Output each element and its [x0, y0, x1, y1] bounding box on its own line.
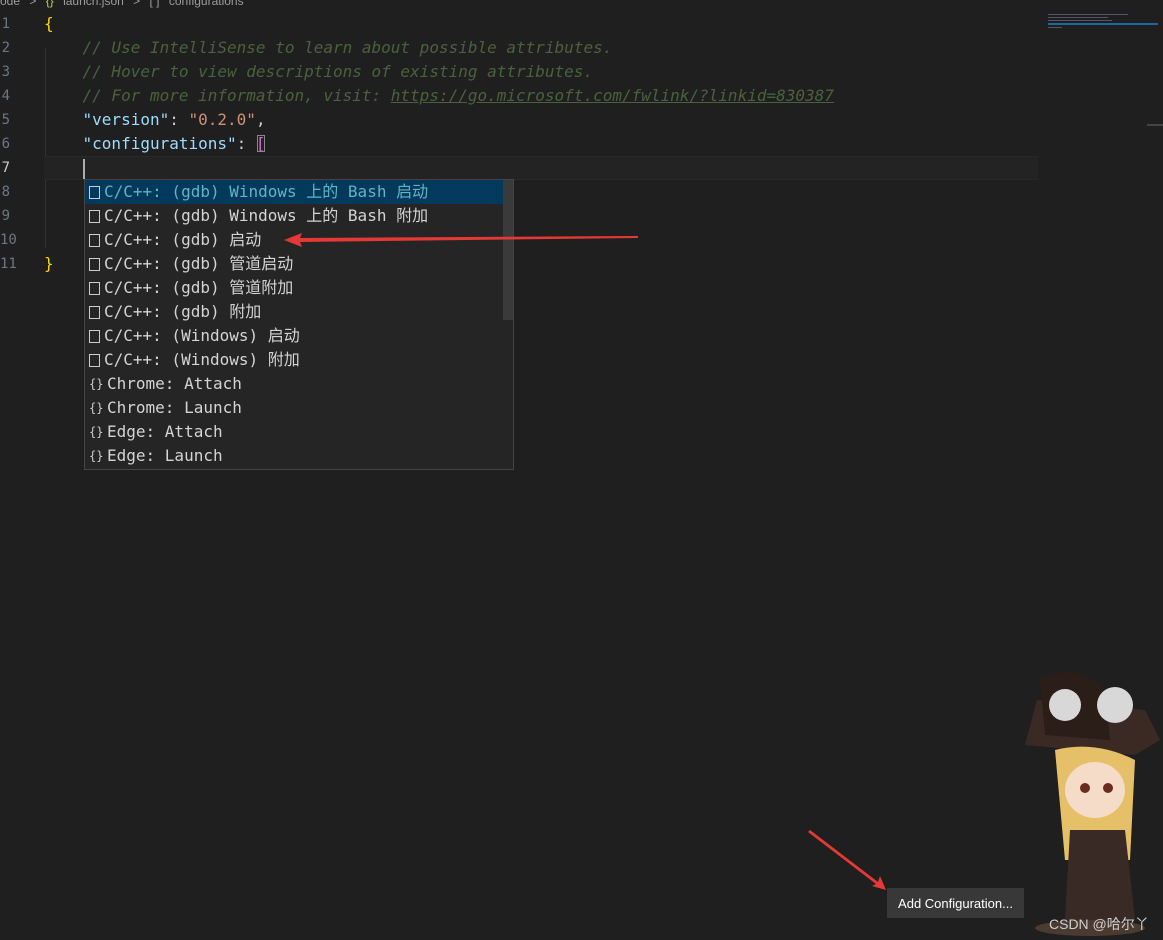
- suggestion-label: Chrome: Launch: [107, 398, 242, 417]
- suggestion-label: Chrome: Attach: [107, 374, 242, 393]
- snippet-box-icon: [89, 257, 100, 271]
- line-number: 10: [0, 232, 17, 248]
- suggestion-label: C/C++: (Windows) 附加: [104, 350, 300, 369]
- fwlink-link[interactable]: https://go.microsoft.com/fwlink/?linkid=…: [391, 86, 834, 105]
- braces-icon: {}: [89, 449, 104, 463]
- snippet-box-icon: [89, 185, 100, 199]
- colon: :: [236, 134, 256, 153]
- line-number: 3: [1, 64, 10, 80]
- suggestion-item[interactable]: {} Edge: Attach: [85, 420, 513, 444]
- version-key: "version": [82, 110, 170, 129]
- code-line-2[interactable]: // Use IntelliSense to learn about possi…: [44, 36, 1038, 60]
- comment-line: // Hover to view descriptions of existin…: [82, 62, 594, 81]
- suggestion-label: C/C++: (Windows) 启动: [104, 326, 300, 345]
- text-cursor: [83, 159, 85, 179]
- add-configuration-button[interactable]: Add Configuration...: [887, 888, 1024, 918]
- suggestion-label: C/C++: (gdb) 附加: [104, 302, 262, 321]
- breadcrumb-separator: >: [133, 0, 141, 8]
- suggest-scrollbar[interactable]: [503, 180, 513, 320]
- suggestion-item[interactable]: C/C++: (gdb) 管道启动: [85, 252, 513, 276]
- snippet-box-icon: [89, 353, 100, 367]
- line-number: 1: [1, 16, 10, 32]
- comma: ,: [255, 110, 266, 129]
- braces-icon: {}: [89, 377, 104, 391]
- comment-line: // For more information, visit: https://…: [83, 86, 834, 105]
- line-number: 11: [0, 256, 17, 272]
- suggestion-label: Edge: Attach: [107, 422, 223, 441]
- colon: :: [169, 110, 189, 129]
- breadcrumb-folder[interactable]: ode: [0, 0, 20, 8]
- scrollbar-marker: [1147, 124, 1163, 126]
- suggestion-item[interactable]: {} Chrome: Launch: [85, 396, 513, 420]
- array-icon: [ ]: [149, 0, 160, 8]
- line-number-active: 7: [1, 160, 10, 176]
- line-number: 2: [1, 40, 10, 56]
- comment-line: // Use IntelliSense to learn about possi…: [82, 38, 613, 57]
- suggestion-item[interactable]: C/C++: (gdb) Windows 上的 Bash 附加: [85, 204, 513, 228]
- line-number: 9: [1, 208, 10, 224]
- suggestion-item[interactable]: C/C++: (gdb) 附加: [85, 300, 513, 324]
- breadcrumb-file[interactable]: launch.json: [63, 0, 124, 8]
- suggestion-label: Edge: Launch: [107, 446, 223, 465]
- line-number: 5: [1, 112, 10, 128]
- suggestion-label: C/C++: (gdb) 管道启动: [104, 254, 294, 273]
- suggestion-item[interactable]: C/C++: (gdb) 管道附加: [85, 276, 513, 300]
- breadcrumb-symbol[interactable]: configurations: [169, 0, 244, 8]
- suggestion-item[interactable]: C/C++: (Windows) 附加: [85, 348, 513, 372]
- snippet-box-icon: [89, 209, 100, 223]
- code-line-6[interactable]: "configurations": [: [44, 132, 1038, 156]
- code-line-7-current[interactable]: [44, 156, 1038, 180]
- breadcrumb: ode > {} launch.json > [ ] configuration…: [0, 0, 250, 8]
- version-value: "0.2.0": [188, 110, 256, 129]
- braces-icon: {}: [89, 401, 104, 415]
- braces-icon: {}: [89, 425, 104, 439]
- snippet-box-icon: [89, 305, 100, 319]
- snippet-box-icon: [89, 281, 100, 295]
- snippet-box-icon: [89, 329, 100, 343]
- line-number: 6: [1, 136, 10, 152]
- minimap[interactable]: [1046, 12, 1158, 32]
- suggestion-item[interactable]: {} Edge: Launch: [85, 444, 513, 468]
- line-number: 4: [1, 88, 10, 104]
- suggestion-item[interactable]: {} Chrome: Attach: [85, 372, 513, 396]
- configurations-key: "configurations": [82, 134, 237, 153]
- line-number-gutter: 1 2 3 4 5 6 7 8 9 10 11: [0, 12, 26, 276]
- suggestion-label: C/C++: (gdb) 管道附加: [104, 278, 294, 297]
- suggestion-item[interactable]: C/C++: (gdb) Windows 上的 Bash 启动: [85, 180, 513, 204]
- comment-text: // For more information, visit:: [82, 86, 391, 105]
- csdn-watermark: CSDN @哈尔丫: [1049, 916, 1149, 932]
- code-line-1[interactable]: {: [44, 12, 1038, 36]
- suggestion-label: C/C++: (gdb) 启动: [104, 230, 262, 249]
- open-bracket: [: [255, 134, 266, 153]
- code-line-4[interactable]: // For more information, visit: https://…: [44, 84, 1038, 108]
- close-brace: }: [44, 254, 54, 273]
- open-brace: {: [44, 14, 54, 33]
- code-line-5[interactable]: "version": "0.2.0",: [44, 108, 1038, 132]
- suggestion-item[interactable]: C/C++: (gdb) 启动: [85, 228, 513, 252]
- suggestion-item[interactable]: C/C++: (Windows) 启动: [85, 324, 513, 348]
- code-line-3[interactable]: // Hover to view descriptions of existin…: [44, 60, 1038, 84]
- suggestion-label: C/C++: (gdb) Windows 上的 Bash 启动: [104, 182, 429, 201]
- line-number: 8: [1, 184, 10, 200]
- suggest-widget[interactable]: C/C++: (gdb) Windows 上的 Bash 启动 C/C++: (…: [84, 179, 514, 470]
- suggestion-label: C/C++: (gdb) Windows 上的 Bash 附加: [104, 206, 429, 225]
- snippet-box-icon: [89, 233, 100, 247]
- json-file-icon: {}: [45, 0, 54, 8]
- breadcrumb-separator: >: [29, 0, 37, 8]
